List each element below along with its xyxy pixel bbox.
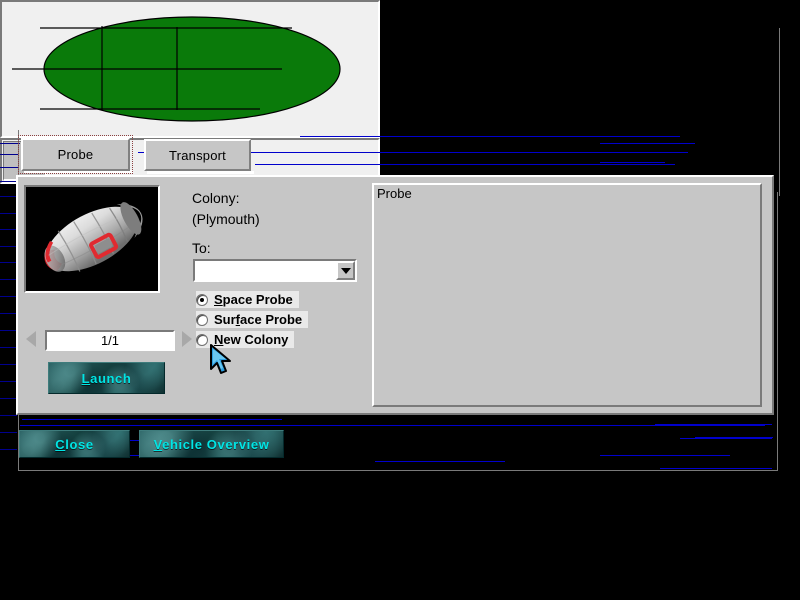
- background-artifact-line: [0, 432, 17, 433]
- tab-transport-label: Transport: [169, 148, 226, 163]
- destination-label: To:: [192, 240, 211, 256]
- background-artifact-line: [0, 381, 17, 382]
- radio-new-colony[interactable]: New Colony: [196, 331, 294, 348]
- background-artifact-line: [0, 279, 17, 280]
- close-button-label: Close: [55, 437, 93, 452]
- app-root: Probe Transport: [0, 0, 800, 600]
- background-artifact-line: [600, 162, 665, 163]
- radio-space-probe[interactable]: Space Probe: [196, 291, 299, 308]
- background-artifact-line: [0, 313, 17, 314]
- tab-probe-label: Probe: [58, 147, 94, 162]
- probe-group-title: Probe: [377, 186, 412, 201]
- pager-value-field[interactable]: 1/1: [45, 330, 175, 351]
- background-artifact-line: [680, 438, 772, 439]
- background-artifact-line: [0, 449, 17, 450]
- vehicle-preview-frame[interactable]: [24, 185, 160, 293]
- screen-edge-bottom: [18, 470, 778, 471]
- background-artifact-line: [0, 213, 17, 214]
- probe-group-panel: [372, 183, 762, 407]
- screen-edge-right: [779, 28, 780, 196]
- chevron-down-icon: [341, 268, 351, 274]
- background-artifact-line: [375, 461, 505, 462]
- background-artifact-line: [0, 246, 17, 247]
- background-artifact-line: [0, 262, 17, 263]
- pager-next-button[interactable]: [178, 329, 196, 349]
- background-artifact-line: [655, 424, 772, 425]
- background-artifact-line: [22, 419, 282, 420]
- background-artifact-line: [0, 364, 17, 365]
- background-artifact-line: [0, 229, 17, 230]
- background-artifact-line: [20, 425, 765, 426]
- background-artifact-line: [0, 330, 17, 331]
- background-artifact-line: [695, 437, 773, 438]
- background-artifact-line: [600, 143, 695, 144]
- pager-prev-button[interactable]: [22, 329, 40, 349]
- background-artifact-line: [0, 347, 17, 348]
- screen-edge-right-lower: [777, 192, 778, 470]
- vehicle-overview-button[interactable]: Vehicle Overview: [139, 430, 284, 458]
- radio-surface-probe[interactable]: Surface Probe: [196, 311, 308, 328]
- colony-label: Colony:: [192, 190, 239, 206]
- radio-surface-probe-label: Surface Probe: [214, 312, 302, 327]
- probe-diagram-canvas: [0, 0, 380, 138]
- tab-transport-shadow: [147, 171, 254, 174]
- destination-combobox[interactable]: [193, 259, 357, 282]
- colony-value: (Plymouth): [192, 211, 260, 227]
- radio-space-probe-label: Space Probe: [214, 292, 293, 307]
- tab-probe[interactable]: Probe: [21, 138, 130, 171]
- chevron-right-icon: [182, 331, 192, 347]
- launch-button-label: Launch: [82, 371, 132, 386]
- radio-surface-probe-mark: [196, 314, 208, 326]
- destination-combobox-arrow[interactable]: [336, 261, 355, 280]
- radio-new-colony-label: New Colony: [214, 332, 288, 347]
- radio-new-colony-mark: [196, 334, 208, 346]
- background-artifact-line: [600, 455, 730, 456]
- launch-button[interactable]: Launch: [48, 362, 165, 394]
- probe-diagram: [2, 2, 378, 136]
- radio-space-probe-mark: [196, 294, 208, 306]
- tab-transport[interactable]: Transport: [144, 139, 251, 171]
- background-artifact-line: [0, 196, 17, 197]
- chevron-left-icon: [26, 331, 36, 347]
- probe-capsule-icon: [26, 187, 158, 291]
- background-artifact-line: [0, 296, 17, 297]
- background-artifact-line: [0, 398, 17, 399]
- pager-value: 1/1: [101, 333, 119, 348]
- background-artifact-line: [660, 468, 772, 469]
- close-button[interactable]: Close: [19, 430, 130, 458]
- background-artifact-line: [0, 415, 17, 416]
- vehicle-overview-button-label: Vehicle Overview: [154, 437, 270, 452]
